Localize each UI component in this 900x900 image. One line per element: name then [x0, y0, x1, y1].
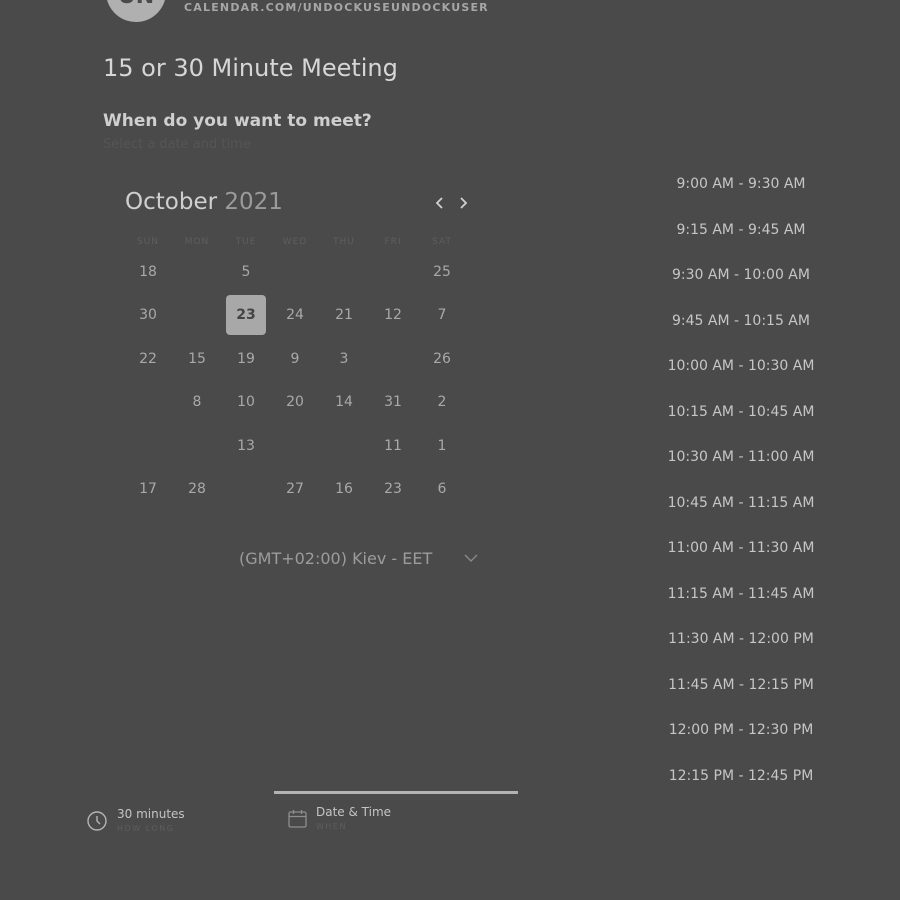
- weekday-label: SAT: [432, 237, 452, 247]
- calendar-day: [177, 252, 217, 292]
- calendar-day: [373, 252, 413, 292]
- calendar-day[interactable]: 28: [177, 469, 217, 509]
- calendar-day[interactable]: 26: [422, 339, 462, 379]
- time-slot[interactable]: 9:00 AM - 9:30 AM: [660, 174, 822, 194]
- calendar-day[interactable]: 3: [324, 339, 364, 379]
- calendar-day[interactable]: 23: [373, 469, 413, 509]
- weekday-label: MON: [184, 237, 210, 247]
- timezone-select[interactable]: (GMT+02:00) Kiev - EET: [239, 549, 432, 568]
- time-slot[interactable]: 12:00 PM - 12:30 PM: [660, 720, 822, 740]
- time-slot[interactable]: 9:30 AM - 10:00 AM: [660, 265, 822, 285]
- time-slot[interactable]: 12:15 PM - 12:45 PM: [660, 766, 822, 786]
- calendar-day[interactable]: 22: [128, 339, 168, 379]
- calendar-day[interactable]: 6: [422, 469, 462, 509]
- weekday-label: WED: [282, 237, 308, 247]
- time-slot[interactable]: 11:15 AM - 11:45 AM: [660, 584, 822, 604]
- time-slot[interactable]: 11:00 AM - 11:30 AM: [660, 538, 822, 558]
- chevron-down-icon[interactable]: [464, 553, 478, 563]
- calendar-day[interactable]: 15: [177, 339, 217, 379]
- time-slot[interactable]: 10:15 AM - 10:45 AM: [660, 402, 822, 422]
- calendar-day-selected[interactable]: 23: [226, 295, 266, 335]
- calendar-day: [128, 426, 168, 466]
- weekday-label: FRI: [384, 237, 402, 247]
- calendar-day[interactable]: 20: [275, 382, 315, 422]
- step-datetime-sub: WHEN: [316, 822, 347, 831]
- time-slot[interactable]: 11:45 AM - 12:15 PM: [660, 675, 822, 695]
- time-slot[interactable]: 11:30 AM - 12:00 PM: [660, 629, 822, 649]
- calendar-day[interactable]: 24: [275, 295, 315, 335]
- calendar-year: 2021: [224, 189, 283, 215]
- calendar-day: [177, 426, 217, 466]
- step-datetime-label[interactable]: Date & Time: [316, 805, 391, 819]
- avatar: UN: [106, 0, 166, 22]
- chevron-left-icon: [435, 197, 443, 209]
- weekday-label: SUN: [136, 237, 160, 247]
- page-title: 15 or 30 Minute Meeting: [103, 54, 398, 82]
- calendar-day: [177, 295, 217, 335]
- step-duration-label[interactable]: 30 minutes: [117, 807, 185, 821]
- profile-url[interactable]: CALENDAR.COM/UNDOCKUSEUNDOCKUSER: [184, 1, 489, 14]
- weekday-label: TUE: [235, 237, 257, 247]
- calendar-day[interactable]: 7: [422, 295, 462, 335]
- clock-icon: [87, 811, 107, 831]
- calendar-day[interactable]: 25: [422, 252, 462, 292]
- step-duration-sub: HOW LONG: [117, 824, 175, 833]
- time-slot[interactable]: 10:45 AM - 11:15 AM: [660, 493, 822, 513]
- calendar-day: [373, 339, 413, 379]
- calendar-day[interactable]: 12: [373, 295, 413, 335]
- calendar-day[interactable]: 11: [373, 426, 413, 466]
- section-subtext: Select a date and time: [103, 137, 251, 152]
- weekday-label: THU: [333, 237, 355, 247]
- calendar-day[interactable]: 18: [128, 252, 168, 292]
- calendar-day[interactable]: 9: [275, 339, 315, 379]
- calendar-day[interactable]: 31: [373, 382, 413, 422]
- calendar-day[interactable]: 16: [324, 469, 364, 509]
- time-slot[interactable]: 9:45 AM - 10:15 AM: [660, 311, 822, 331]
- calendar-day: [324, 252, 364, 292]
- prev-month-button[interactable]: [431, 192, 449, 214]
- calendar-day: [128, 382, 168, 422]
- calendar-day[interactable]: 14: [324, 382, 364, 422]
- time-slot[interactable]: 9:15 AM - 9:45 AM: [660, 220, 822, 240]
- time-slot[interactable]: 10:30 AM - 11:00 AM: [660, 447, 822, 467]
- calendar-day[interactable]: 17: [128, 469, 168, 509]
- calendar-day: [324, 426, 364, 466]
- calendar-day[interactable]: 13: [226, 426, 266, 466]
- calendar-month-title: October 2021: [125, 189, 283, 215]
- calendar-icon: [288, 810, 307, 828]
- calendar-day[interactable]: 21: [324, 295, 364, 335]
- calendar-day: [275, 252, 315, 292]
- calendar-day: [275, 426, 315, 466]
- calendar-day[interactable]: 1: [422, 426, 462, 466]
- calendar-day[interactable]: 27: [275, 469, 315, 509]
- calendar-day[interactable]: 5: [226, 252, 266, 292]
- calendar-day: [226, 469, 266, 509]
- section-heading: When do you want to meet?: [103, 111, 372, 131]
- step-progress-bar: [274, 791, 518, 794]
- calendar-day[interactable]: 10: [226, 382, 266, 422]
- chevron-right-icon: [460, 197, 468, 209]
- calendar-day[interactable]: 19: [226, 339, 266, 379]
- calendar-day[interactable]: 2: [422, 382, 462, 422]
- time-slot[interactable]: 10:00 AM - 10:30 AM: [660, 356, 822, 376]
- calendar-day[interactable]: 8: [177, 382, 217, 422]
- calendar-day[interactable]: 30: [128, 295, 168, 335]
- calendar-month-name: October: [125, 189, 218, 215]
- next-month-button[interactable]: [454, 192, 472, 214]
